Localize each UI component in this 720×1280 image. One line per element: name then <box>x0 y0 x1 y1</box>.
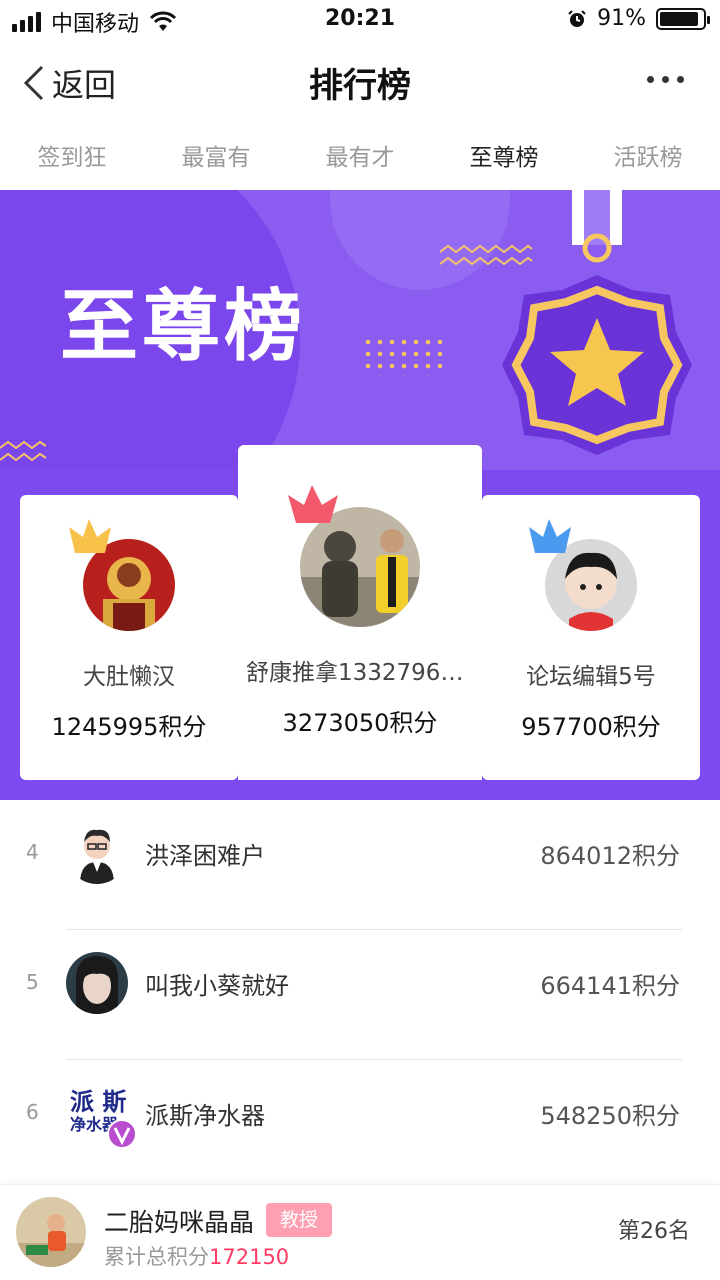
rank-number: 6 <box>26 1100 39 1124</box>
podium-card-3[interactable]: 论坛编辑5号 957700积分 <box>482 495 700 780</box>
brand-logo: 派 斯 净水器 <box>70 1088 137 1149</box>
banner-title: 至尊榜 <box>60 282 307 372</box>
my-name: 二胎妈咪晶晶 <box>104 1208 255 1237</box>
page-title: 排行榜 <box>309 66 411 106</box>
more-button[interactable] <box>647 76 684 83</box>
status-bar: 中国移动 20:21 91% <box>0 0 720 40</box>
user-name: 派斯净水器 <box>145 1102 265 1130</box>
crown-icon <box>69 519 111 553</box>
podium-card-1[interactable]: 舒康推拿13327961… 3273050积分 <box>238 445 482 780</box>
user-name: 叫我小葵就好 <box>145 972 289 1000</box>
my-score-row: 累计总积分172150 <box>104 1241 289 1271</box>
podium-score: 3273050积分 <box>282 709 438 737</box>
my-score: 172150 <box>209 1245 290 1269</box>
svg-text:派 斯: 派 斯 <box>70 1088 126 1116</box>
podium-name: 论坛编辑5号 <box>526 664 656 690</box>
tab-bar: 签到狂 最富有 最有才 至尊榜 活跃榜 <box>0 130 720 186</box>
podium-score: 957700积分 <box>521 713 661 741</box>
tab-richest[interactable]: 最富有 <box>144 130 288 186</box>
avatar <box>16 1197 86 1267</box>
list-item[interactable]: 4 洪泽困难户 864012积分 <box>0 800 720 930</box>
podium-name: 大肚懒汉 <box>83 664 175 690</box>
avatar <box>66 822 128 884</box>
my-rank-bar[interactable]: 二胎妈咪晶晶 教授 累计总积分172150 第26名 <box>0 1184 720 1280</box>
avatar <box>66 952 128 1014</box>
zigzag-decoration-left <box>0 440 46 462</box>
crown-icon <box>529 519 571 553</box>
podium-score: 1245995积分 <box>51 713 207 741</box>
alarm-icon <box>568 9 586 27</box>
score-label: 累计总积分 <box>104 1245 209 1269</box>
podium-name: 舒康推拿13327961… <box>246 660 479 686</box>
avatar: 派 斯 净水器 <box>66 1082 137 1149</box>
tab-supreme[interactable]: 至尊榜 <box>432 130 576 186</box>
title-badge: 教授 <box>266 1203 333 1237</box>
dot-pattern <box>362 336 442 376</box>
list-item[interactable]: 6 派 斯 净水器 派斯净水器 548250积分 <box>0 1060 720 1190</box>
crown-icon <box>288 485 338 523</box>
user-score: 664141积分 <box>540 972 680 1000</box>
tab-active[interactable]: 活跃榜 <box>576 130 720 186</box>
podium-card-2[interactable]: 大肚懒汉 1245995积分 <box>20 495 238 780</box>
tab-checkin[interactable]: 签到狂 <box>0 130 144 186</box>
medal-icon <box>502 190 692 455</box>
list-item[interactable]: 5 叫我小葵就好 664141积分 <box>0 930 720 1060</box>
tab-talent[interactable]: 最有才 <box>288 130 432 186</box>
rank-list: 4 洪泽困难户 864012积分 5 叫我小葵就好 664141积分 6 派 斯… <box>0 800 720 1190</box>
user-score: 864012积分 <box>540 842 680 870</box>
rank-number: 5 <box>26 970 39 994</box>
battery-percent: 91% <box>597 6 646 31</box>
rank-number: 4 <box>26 840 39 864</box>
nav-bar: 返回 排行榜 <box>0 40 720 122</box>
my-rank: 第26名 <box>618 1219 690 1244</box>
battery-icon <box>656 7 710 30</box>
user-score: 548250积分 <box>540 1102 680 1130</box>
user-name: 洪泽困难户 <box>145 842 265 870</box>
